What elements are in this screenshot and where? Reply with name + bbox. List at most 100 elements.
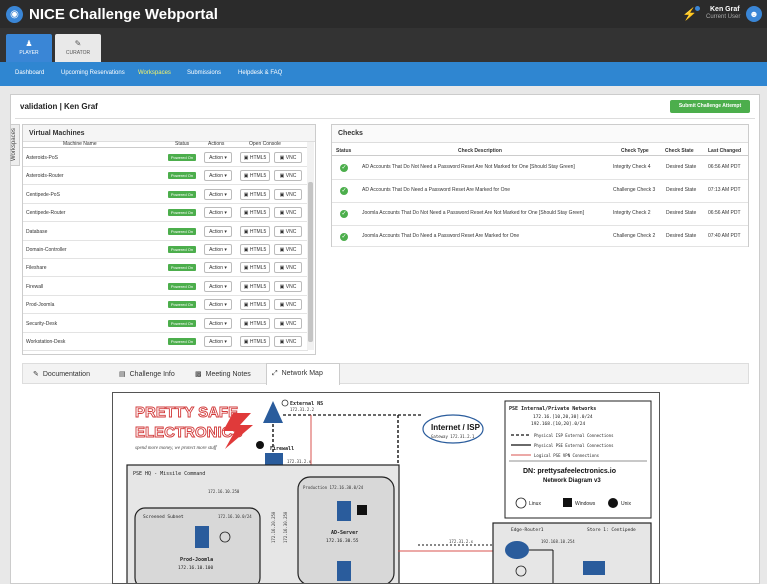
vm-action-dropdown[interactable]: Action ▾ <box>204 244 232 255</box>
vm-vnc-console-button[interactable]: ▣ VNC <box>274 262 302 274</box>
vm-vnc-console-button[interactable]: ▣ VNC <box>274 188 302 200</box>
vm-html5-console-button[interactable]: ▣ HTML5 <box>240 336 270 347</box>
workspaces-side-tab[interactable]: Workspaces <box>10 124 20 166</box>
vm-html5-console-button[interactable]: ▣ HTML5 <box>240 152 270 163</box>
checks-table-header: Status Check Description Check Type Chec… <box>332 144 748 156</box>
main-nav: Dashboard Upcoming Reservations Workspac… <box>0 62 767 86</box>
vm-row: Centipede-Router Powered On Action ▾ ▣ HTML… <box>23 204 308 223</box>
vm-vnc-console-button[interactable]: ▣ VNC <box>274 152 302 163</box>
nav-workspaces[interactable]: Workspaces <box>138 70 171 76</box>
external-ns-ip: 172.31.2.2 <box>290 407 315 412</box>
vm-action-dropdown[interactable]: Action ▾ <box>204 152 232 163</box>
tab-challenge-info[interactable]: ▤ Challenge Info <box>115 364 191 384</box>
vm-html5-label: HTML5 <box>249 210 267 217</box>
windows-os-icon <box>563 498 572 507</box>
curator-icon: ✎ <box>74 39 82 48</box>
vm-html5-console-button[interactable]: ▣ HTML5 <box>240 262 270 274</box>
vm-action-dropdown[interactable]: Action ▾ <box>204 336 232 347</box>
user-avatar-icon[interactable]: ☻ <box>746 6 762 22</box>
vm-vnc-console-button[interactable]: ▣ VNC <box>274 207 302 219</box>
vm-name: Security-Desk <box>26 320 58 327</box>
check-description: Joomla Accounts That Do Not Need a Passw… <box>362 210 584 216</box>
vm-action-dropdown[interactable]: Action ▾ <box>204 170 232 182</box>
diagram-version: Network Diagram v3 <box>543 478 601 484</box>
store-ip: 192.168.10.254 <box>541 539 575 544</box>
os-windows: Windows <box>575 501 596 507</box>
checks-header-description: Check Description <box>458 148 502 154</box>
vm-vnc-console-button[interactable]: ▣ VNC <box>274 170 302 182</box>
legend-networks-2: 192.168.[10,20].0/24 <box>531 421 585 427</box>
vm-html5-console-button[interactable]: ▣ HTML5 <box>240 244 270 255</box>
vm-html5-label: HTML5 <box>249 339 267 345</box>
vm-html5-console-button[interactable]: ▣ HTML5 <box>240 317 270 329</box>
check-type: Challenge Check 2 <box>613 233 656 239</box>
vm-vnc-console-button[interactable]: ▣ VNC <box>274 299 302 311</box>
nav-upcoming-reservations[interactable]: Upcoming Reservations <box>61 70 125 76</box>
vm-html5-console-button[interactable]: ▣ HTML5 <box>240 299 270 311</box>
vm-action-dropdown[interactable]: Action ▾ <box>204 317 232 329</box>
check-state: Desired State <box>666 210 697 216</box>
vm-status-badge: Powered On <box>168 209 196 217</box>
vm-vnc-console-button[interactable]: ▣ VNC <box>274 336 302 347</box>
tab-meeting-notes-label: Meeting Notes <box>205 371 251 378</box>
vm-html5-label: HTML5 <box>249 155 267 161</box>
vm-row: Fileshare Powered On Action ▾ ▣ HTML5 ▣ VNC <box>23 259 308 278</box>
prod-joomla-label: Prod-Joomla <box>180 557 213 563</box>
vm-action-dropdown[interactable]: Action ▾ <box>204 207 232 219</box>
internet-label: Internet / ISP <box>431 423 481 432</box>
vm-action-dropdown[interactable]: Action ▾ <box>204 225 232 237</box>
role-tab-player[interactable]: ♟ PLAYER <box>6 34 52 62</box>
check-last-changed: 07:13 AM PDT <box>708 187 741 193</box>
vm-scrollbar-thumb[interactable] <box>308 182 313 342</box>
vm-name: Fileshare <box>26 265 47 272</box>
vm-html5-label: HTML5 <box>249 247 267 253</box>
submit-challenge-button[interactable]: Submit Challenge Attempt <box>670 100 750 113</box>
role-tab-curator[interactable]: ✎ CURATOR <box>55 34 101 62</box>
ad-server-os-icon <box>357 505 367 515</box>
vm-vnc-console-button[interactable]: ▣ VNC <box>274 244 302 255</box>
hq-title: PSE HQ - Missile Command <box>133 471 205 477</box>
vm-html5-console-button[interactable]: ▣ HTML5 <box>240 225 270 237</box>
vm-vnc-label: VNC <box>285 302 297 309</box>
database-server-icon <box>337 561 351 581</box>
tab-network-map[interactable]: ⤢ Network Map <box>266 363 340 385</box>
vm-html5-console-button[interactable]: ▣ HTML5 <box>240 188 270 200</box>
vm-html5-console-button[interactable]: ▣ HTML5 <box>240 170 270 182</box>
vm-vnc-console-button[interactable]: ▣ VNC <box>274 280 302 292</box>
check-row: ✓ AD Accounts That Do Not Need a Password… <box>332 157 748 180</box>
vm-action-dropdown[interactable]: Action ▾ <box>204 262 232 274</box>
vm-vnc-label: VNC <box>285 228 297 235</box>
nav-helpdesk-faq[interactable]: Helpdesk & FAQ <box>238 70 282 76</box>
nav-dashboard[interactable]: Dashboard <box>15 70 44 76</box>
tab-meeting-notes[interactable]: ▩ Meeting Notes <box>193 364 265 384</box>
screened-subnet-label: Screened Subnet <box>143 514 184 520</box>
os-linux: Linux <box>529 501 541 507</box>
logo-line1: PRETTY SAFE <box>135 404 238 421</box>
vm-status-badge: Powered On <box>168 338 196 345</box>
pencil-icon: ✎ <box>33 371 39 378</box>
store-label: Store 1: Centipede <box>587 527 636 533</box>
home-logo-icon[interactable]: ◉ <box>6 6 23 23</box>
external-ns-os-icon <box>281 399 289 407</box>
vm-status-badge: Powered On <box>168 246 196 253</box>
vm-action-dropdown[interactable]: Action ▾ <box>204 299 232 311</box>
unix-os-icon <box>608 498 618 508</box>
shrink-icon: ⤢ <box>272 370 278 377</box>
vm-vnc-console-button[interactable]: ▣ VNC <box>274 225 302 237</box>
tab-documentation[interactable]: ✎ Documentation <box>31 364 111 384</box>
vm-html5-console-button[interactable]: ▣ HTML5 <box>240 280 270 292</box>
nav-submissions[interactable]: Submissions <box>187 70 221 76</box>
user-name[interactable]: Ken Graf <box>710 6 740 14</box>
vm-action-dropdown[interactable]: Action ▾ <box>204 188 232 200</box>
check-pass-icon: ✓ <box>340 233 348 241</box>
player-icon: ♟ <box>25 39 33 48</box>
checks-header-type: Check Type <box>621 148 649 154</box>
notifications-icon[interactable]: ⚡ <box>682 6 700 21</box>
check-state: Desired State <box>666 233 697 239</box>
vm-html5-label: HTML5 <box>249 265 267 272</box>
vm-action-dropdown[interactable]: Action ▾ <box>204 280 232 292</box>
legend-pse: Physical PSE External Connections <box>534 443 614 448</box>
vm-vnc-console-button[interactable]: ▣ VNC <box>274 317 302 329</box>
vm-html5-console-button[interactable]: ▣ HTML5 <box>240 207 270 219</box>
check-type: Challenge Check 3 <box>613 187 656 193</box>
